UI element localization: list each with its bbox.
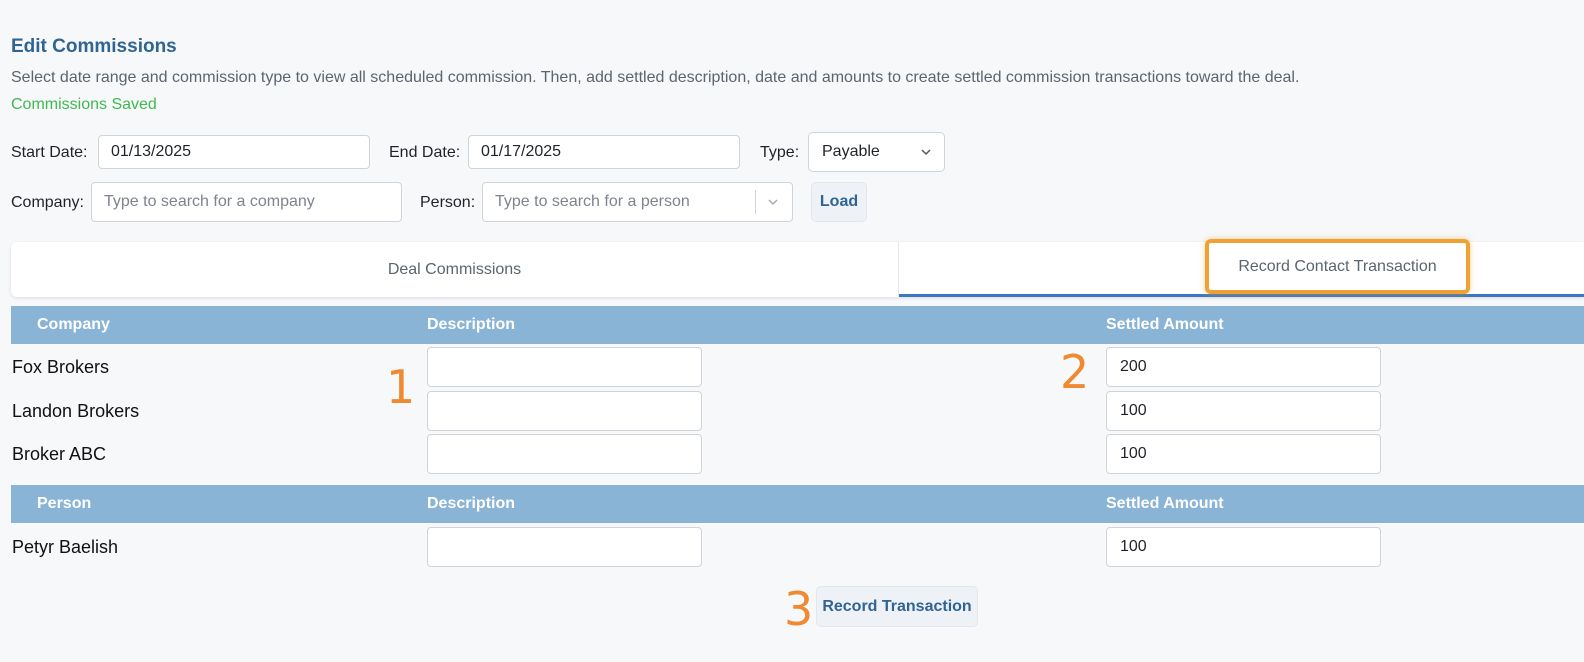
record-transaction-button[interactable]: Record Transaction xyxy=(816,586,978,627)
step-marker-2: 2 xyxy=(1060,345,1090,399)
col-description: Description xyxy=(427,316,516,333)
person-label: Person: xyxy=(420,194,476,211)
company-table-header: Company Description Settled Amount xyxy=(11,306,1584,344)
end-date-label: End Date: xyxy=(389,144,461,161)
description-input[interactable] xyxy=(427,391,702,431)
type-select-value: Payable xyxy=(822,143,880,160)
description-input[interactable] xyxy=(427,434,702,474)
chevron-down-icon[interactable] xyxy=(768,197,778,207)
load-button[interactable]: Load xyxy=(811,182,867,222)
start-date-label: Start Date: xyxy=(11,144,88,161)
company-search-input[interactable]: Type to search for a company xyxy=(91,182,402,222)
step-marker-1: 1 xyxy=(386,360,416,414)
tab-label: Deal Commissions xyxy=(387,260,522,278)
tab-divider xyxy=(898,242,899,297)
chevron-down-icon xyxy=(921,149,931,156)
col-settled-amount: Settled Amount xyxy=(1106,495,1224,512)
settled-amount-input[interactable]: 100 xyxy=(1106,391,1381,431)
status-message: Commissions Saved xyxy=(11,96,157,113)
description-input[interactable] xyxy=(427,347,702,387)
settled-amount-input[interactable]: 100 xyxy=(1106,527,1381,567)
person-search-placeholder: Type to search for a person xyxy=(495,193,690,210)
tab-record-contact-transaction[interactable]: Record Contact Transaction xyxy=(1205,239,1470,294)
type-select[interactable]: Payable xyxy=(808,132,945,172)
tab-deal-commissions[interactable]: Deal Commissions xyxy=(11,242,898,297)
tab-label: Record Contact Transaction xyxy=(1238,257,1437,275)
col-description: Description xyxy=(427,495,516,512)
company-label: Company: xyxy=(11,194,84,211)
person-table-header: Person Description Settled Amount xyxy=(11,485,1584,523)
company-name: Landon Brokers xyxy=(12,401,140,421)
start-date-input[interactable]: 01/13/2025 xyxy=(98,135,370,169)
active-tab-underline xyxy=(899,294,1584,297)
company-name: Broker ABC xyxy=(12,444,107,464)
settled-amount-input[interactable]: 100 xyxy=(1106,434,1381,474)
end-date-input[interactable]: 01/17/2025 xyxy=(468,135,740,169)
select-divider xyxy=(755,190,756,214)
person-name: Petyr Baelish xyxy=(12,537,119,557)
description-input[interactable] xyxy=(427,527,702,567)
page-title: Edit Commissions xyxy=(11,36,177,57)
col-settled-amount: Settled Amount xyxy=(1106,316,1224,333)
page-description: Select date range and commission type to… xyxy=(11,69,1300,86)
company-name: Fox Brokers xyxy=(12,357,110,377)
step-marker-3: 3 xyxy=(784,582,814,636)
settled-amount-input[interactable]: 200 xyxy=(1106,347,1381,387)
col-company: Company xyxy=(37,316,110,333)
person-search-select[interactable]: Type to search for a person xyxy=(482,182,793,222)
type-label: Type: xyxy=(760,144,800,161)
col-person: Person xyxy=(37,495,92,512)
